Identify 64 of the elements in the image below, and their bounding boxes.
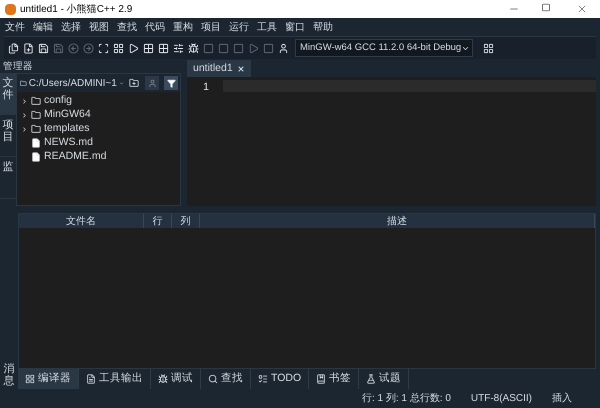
folder-icon bbox=[31, 124, 41, 134]
menu-item[interactable]: 运行 bbox=[226, 20, 252, 34]
menu-item[interactable]: 项目 bbox=[198, 20, 224, 34]
compiler-select[interactable]: MinGW-w64 GCC 11.2.0 64-bit Debug bbox=[295, 39, 473, 57]
tree-item[interactable]: README.md bbox=[17, 150, 180, 164]
folder-icon bbox=[31, 96, 41, 106]
menu-item[interactable]: 重构 bbox=[170, 20, 196, 34]
toolbar-icon[interactable] bbox=[98, 42, 109, 54]
close-icon[interactable] bbox=[236, 64, 245, 72]
tab-icon bbox=[258, 374, 268, 384]
encoding: UTF-8(ASCII) bbox=[470, 392, 532, 406]
side-tab[interactable]: 文件 bbox=[0, 73, 16, 115]
panel-title: 管理器 bbox=[2, 60, 34, 73]
cursor-position: 行: 1 列: 1 总行数: 0 bbox=[362, 392, 451, 406]
tab-icon bbox=[86, 374, 96, 384]
message-tab[interactable]: 编译器 bbox=[18, 369, 79, 389]
tree-item[interactable]: MinGW64 bbox=[17, 108, 180, 122]
folder-icon bbox=[20, 78, 27, 88]
menu-item[interactable]: 查找 bbox=[114, 20, 140, 34]
insert-mode: 插入 bbox=[552, 392, 572, 406]
tab-icon bbox=[366, 374, 376, 384]
column-header[interactable]: 列 bbox=[172, 214, 200, 228]
tab-icon bbox=[158, 374, 168, 384]
tab-icon bbox=[208, 374, 218, 384]
menu-item[interactable]: 窗口 bbox=[282, 20, 308, 34]
menu-item[interactable]: 文件 bbox=[2, 20, 28, 34]
folder-plus-icon[interactable] bbox=[129, 78, 139, 88]
toolbar-icon[interactable] bbox=[188, 42, 199, 54]
menu-item[interactable]: 选择 bbox=[58, 20, 84, 34]
menu-item[interactable]: 帮助 bbox=[310, 20, 336, 34]
caret-icon bbox=[118, 80, 124, 86]
toolbar-icon[interactable] bbox=[278, 42, 289, 54]
editor-tab[interactable]: untitled1 bbox=[187, 60, 251, 77]
tree-item[interactable]: NEWS.md bbox=[17, 136, 180, 150]
toolbar-icon[interactable] bbox=[8, 42, 19, 54]
person-icon bbox=[148, 78, 156, 88]
column-header[interactable]: 描述 bbox=[200, 214, 595, 228]
file-icon bbox=[31, 138, 41, 148]
app-icon bbox=[5, 4, 16, 14]
menu-item[interactable]: 编辑 bbox=[30, 20, 56, 34]
folder-icon bbox=[31, 110, 41, 120]
tree-item[interactable]: config bbox=[17, 94, 180, 108]
tab-label: 文件 bbox=[2, 77, 14, 104]
tab-label: 消息 bbox=[4, 362, 14, 387]
file-icon bbox=[31, 152, 41, 162]
toolbar-icon[interactable] bbox=[113, 42, 124, 54]
code-editor[interactable]: 1 bbox=[187, 77, 596, 206]
filter-button[interactable] bbox=[164, 76, 178, 90]
column-header[interactable]: 行 bbox=[144, 214, 172, 228]
filter-icon bbox=[166, 78, 176, 88]
menu-item[interactable]: 代码 bbox=[142, 20, 168, 34]
window-title: untitled1 - 小熊猫C++ 2.9 bbox=[20, 2, 132, 16]
toolbar-icon[interactable] bbox=[173, 42, 184, 54]
column-header[interactable]: 文件名 bbox=[19, 214, 144, 228]
tab-icon bbox=[316, 374, 326, 384]
tab-label: 项目 bbox=[2, 119, 14, 146]
line-number: 1 bbox=[203, 80, 209, 95]
user-button[interactable] bbox=[145, 76, 159, 90]
menu-item[interactable]: 工具 bbox=[254, 20, 280, 34]
toolbar-icon[interactable] bbox=[483, 42, 494, 54]
menu-item[interactable]: 视图 bbox=[86, 20, 112, 34]
tab-icon bbox=[25, 374, 35, 384]
tree-item[interactable]: templates bbox=[17, 122, 180, 136]
tab-label: 监 bbox=[2, 161, 14, 175]
